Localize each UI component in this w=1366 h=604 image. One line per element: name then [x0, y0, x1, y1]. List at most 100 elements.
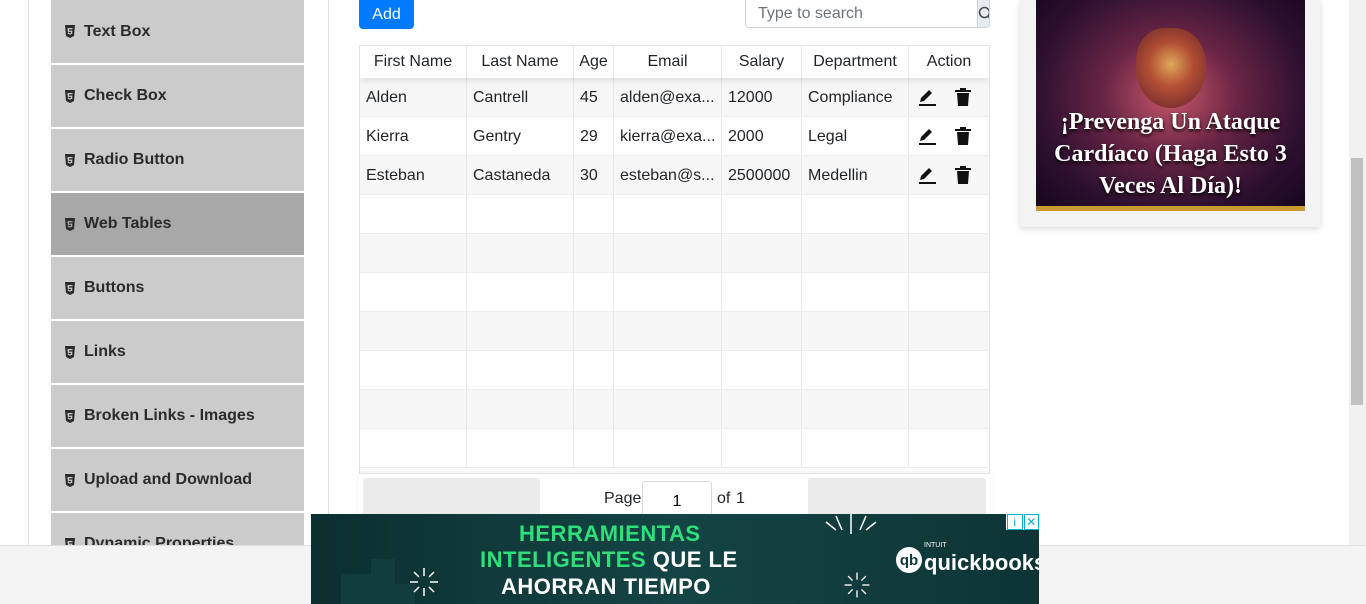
cell-first-name: Alden: [360, 78, 467, 116]
cell-action: [909, 156, 989, 194]
cell-department: Compliance: [802, 78, 909, 116]
edit-icon[interactable]: [917, 87, 937, 107]
cell-first-name: Esteban: [360, 156, 467, 194]
column-header-department[interactable]: Department: [802, 46, 909, 78]
cell-last-name: Cantrell: [467, 78, 574, 116]
cell-action: [909, 78, 989, 116]
empty-row: [360, 273, 989, 312]
previous-button[interactable]: [363, 478, 540, 516]
intuit-label: INTUIT: [924, 542, 947, 549]
ad-line-2-green: INTELIGENTES: [480, 547, 647, 572]
search-box: [745, 0, 990, 28]
sidebar-item-buttons[interactable]: Buttons: [51, 257, 304, 319]
quickbooks-icon: qb: [896, 547, 922, 573]
building-shape: [341, 574, 371, 604]
search-input[interactable]: [746, 0, 977, 27]
bottom-advertisement[interactable]: HERRAMIENTAS INTELIGENTES QUE LE AHORRAN…: [311, 514, 1039, 604]
empty-row: [360, 195, 989, 234]
building-shape: [371, 559, 395, 604]
edit-icon[interactable]: [917, 126, 937, 146]
cell-age: 45: [574, 78, 614, 116]
cell-last-name: Gentry: [467, 117, 574, 155]
ad-image[interactable]: ¡Prevenga Un Ataque Cardíaco (Haga Esto …: [1036, 0, 1305, 211]
firework-icon: [410, 568, 438, 596]
empty-row: [360, 351, 989, 390]
scrollbar-thumb[interactable]: [1351, 158, 1363, 405]
column-header-email[interactable]: Email: [614, 46, 722, 78]
page-label: Page: [604, 490, 642, 507]
next-button[interactable]: [808, 478, 986, 516]
ad-line-3: AHORRAN TIEMPO: [501, 574, 711, 599]
column-header-action[interactable]: Action: [909, 46, 989, 78]
trash-icon[interactable]: [953, 87, 973, 107]
html5-icon: [65, 281, 75, 295]
html5-icon: [65, 409, 75, 423]
table-header: First Name Last Name Age Email Salary De…: [360, 46, 989, 78]
ad-info-icon[interactable]: i: [1007, 514, 1023, 530]
sidebar-item-label: Buttons: [84, 279, 145, 296]
empty-row: [360, 390, 989, 429]
ad-line-1: HERRAMIENTAS: [519, 521, 701, 546]
cell-salary: 2500000: [722, 156, 802, 194]
web-table: First Name Last Name Age Email Salary De…: [359, 45, 990, 515]
cell-email: alden@exa...: [614, 78, 722, 116]
cell-first-name: Kierra: [360, 117, 467, 155]
firework-icon: [844, 572, 870, 598]
ad-close-icon[interactable]: ✕: [1023, 514, 1039, 530]
search-button[interactable]: [977, 0, 989, 27]
search-icon: [978, 6, 989, 19]
firework-icon: [825, 514, 877, 534]
html5-icon: [65, 153, 75, 167]
sidebar-item-label: Broken Links - Images: [84, 407, 255, 424]
cell-last-name: Castaneda: [467, 156, 574, 194]
html5-icon: [65, 473, 75, 487]
page-scrollbar[interactable]: [1349, 0, 1366, 545]
ad-controls: i ✕: [1006, 514, 1039, 530]
pagination: Page of 1: [359, 473, 990, 519]
ad-line-2: INTELIGENTES QUE LE: [480, 547, 738, 573]
sidebar-item-web-tables[interactable]: Web Tables: [51, 193, 304, 255]
sidebar-item-upload-download[interactable]: Upload and Download: [51, 449, 304, 511]
empty-row: [360, 429, 989, 468]
total-pages: 1: [736, 490, 745, 507]
sidebar-item-label: Links: [84, 343, 126, 360]
empty-row: [360, 234, 989, 273]
column-header-salary[interactable]: Salary: [722, 46, 802, 78]
table-row: Esteban Castaneda 30 esteban@s... 250000…: [360, 156, 989, 195]
sidebar-item-text-box[interactable]: Text Box: [51, 0, 304, 63]
sidebar-item-label: Radio Button: [84, 151, 185, 168]
sidebar-item-label: Upload and Download: [84, 471, 252, 488]
sidebar-item-label: Check Box: [84, 87, 167, 104]
ad-headline[interactable]: ¡Prevenga Un Ataque Cardíaco (Haga Esto …: [1036, 106, 1305, 202]
ad-line-2-white: QUE LE: [646, 547, 738, 572]
column-header-age[interactable]: Age: [574, 46, 614, 78]
cell-age: 29: [574, 117, 614, 155]
quickbooks-label: quickbooks: [924, 550, 1039, 575]
column-header-first-name[interactable]: First Name: [360, 46, 467, 78]
cell-salary: 2000: [722, 117, 802, 155]
ad-stripe: [1036, 206, 1305, 211]
sidebar-item-broken-links[interactable]: Broken Links - Images: [51, 385, 304, 447]
cell-age: 30: [574, 156, 614, 194]
html5-icon: [65, 345, 75, 359]
sidebar-menu: Text Box Check Box Radio Button Web Tabl…: [51, 0, 304, 577]
cell-department: Medellin: [802, 156, 909, 194]
add-button[interactable]: Add: [359, 0, 414, 29]
cell-salary: 12000: [722, 78, 802, 116]
column-header-last-name[interactable]: Last Name: [467, 46, 574, 78]
sidebar-item-check-box[interactable]: Check Box: [51, 65, 304, 127]
content-border: [328, 0, 329, 545]
empty-row: [360, 312, 989, 351]
of-label: of: [717, 490, 731, 507]
sidebar-item-radio-button[interactable]: Radio Button: [51, 129, 304, 191]
right-advertisement[interactable]: ¡Prevenga Un Ataque Cardíaco (Haga Esto …: [1020, 0, 1320, 227]
table-row: Alden Cantrell 45 alden@exa... 12000 Com…: [360, 78, 989, 117]
sidebar-item-links[interactable]: Links: [51, 321, 304, 383]
html5-icon: [65, 89, 75, 103]
cell-email: esteban@s...: [614, 156, 722, 194]
trash-icon[interactable]: [953, 126, 973, 146]
edit-icon[interactable]: [917, 165, 937, 185]
trash-icon[interactable]: [953, 165, 973, 185]
quickbooks-logo[interactable]: qb INTUIT quickbooks: [896, 542, 1039, 576]
sidebar-item-label: Web Tables: [84, 215, 172, 232]
